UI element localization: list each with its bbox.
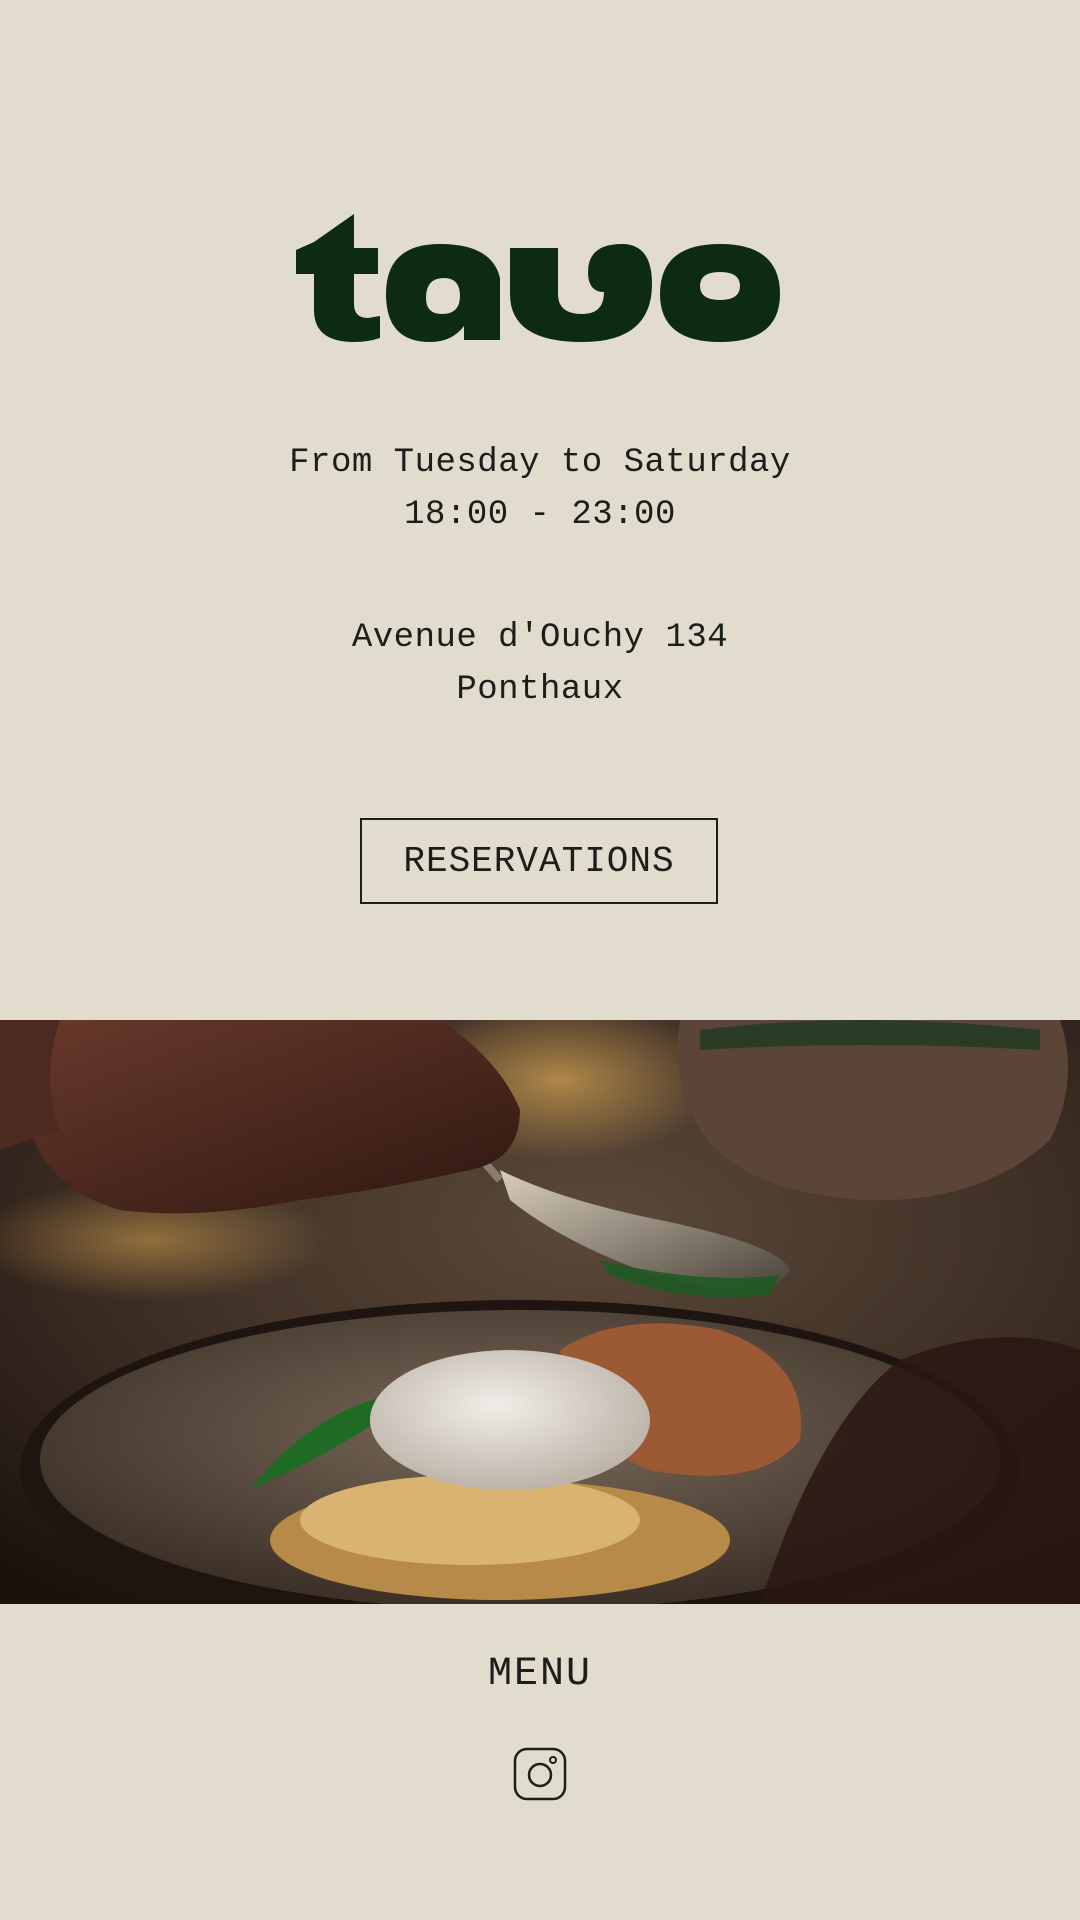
hero-food-image [0,1020,1080,1604]
address-block: Avenue d'Ouchy 134 Ponthaux [0,612,1080,716]
opening-hours: From Tuesday to Saturday 18:00 - 23:00 [0,437,1080,541]
opening-time-text: 18:00 - 23:00 [404,496,676,534]
menu-link-label: MENU [487,1652,592,1697]
opening-days-text: From Tuesday to Saturday [289,444,791,482]
address-street: Avenue d'Ouchy 134 [351,619,729,657]
logo-wordmark [296,214,780,342]
instagram-icon[interactable] [513,1747,567,1801]
instagram-glyph [513,1747,567,1801]
address-city: Ponthaux [456,671,624,709]
menu-link[interactable]: MENU [0,1652,1080,1697]
food-photo-image [0,1020,1080,1604]
tavo-logo [292,214,780,342]
reservations-button[interactable]: RESERVATIONS [360,818,718,904]
